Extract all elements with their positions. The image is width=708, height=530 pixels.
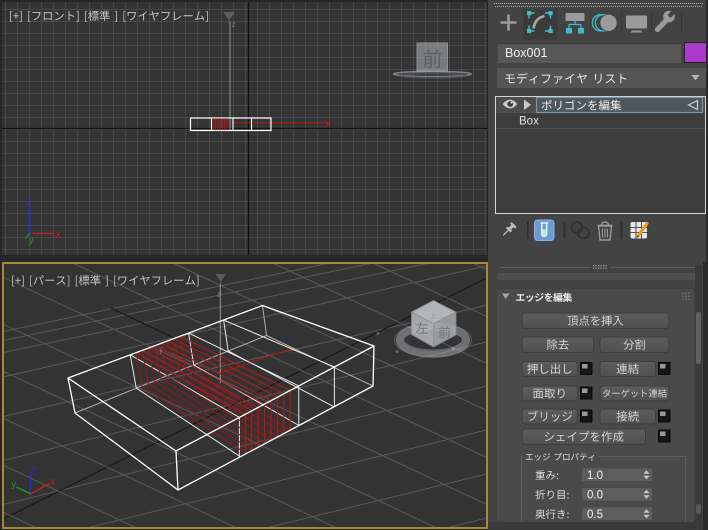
- svg-text:Box: Box: [519, 116, 539, 128]
- svg-text:Z: Z: [26, 197, 32, 207]
- svg-text:Z: Z: [31, 466, 37, 476]
- svg-text:y: y: [12, 479, 17, 489]
- svg-text:1.0: 1.0: [587, 470, 603, 482]
- svg-text:0.5: 0.5: [587, 509, 603, 521]
- svg-text:z: z: [217, 290, 221, 299]
- svg-text:z: z: [232, 20, 236, 29]
- svg-text:y: y: [29, 235, 34, 245]
- svg-text:X: X: [50, 478, 56, 488]
- svg-text:X: X: [55, 230, 61, 240]
- svg-text:X: X: [325, 119, 332, 130]
- svg-text:0.0: 0.0: [587, 489, 603, 501]
